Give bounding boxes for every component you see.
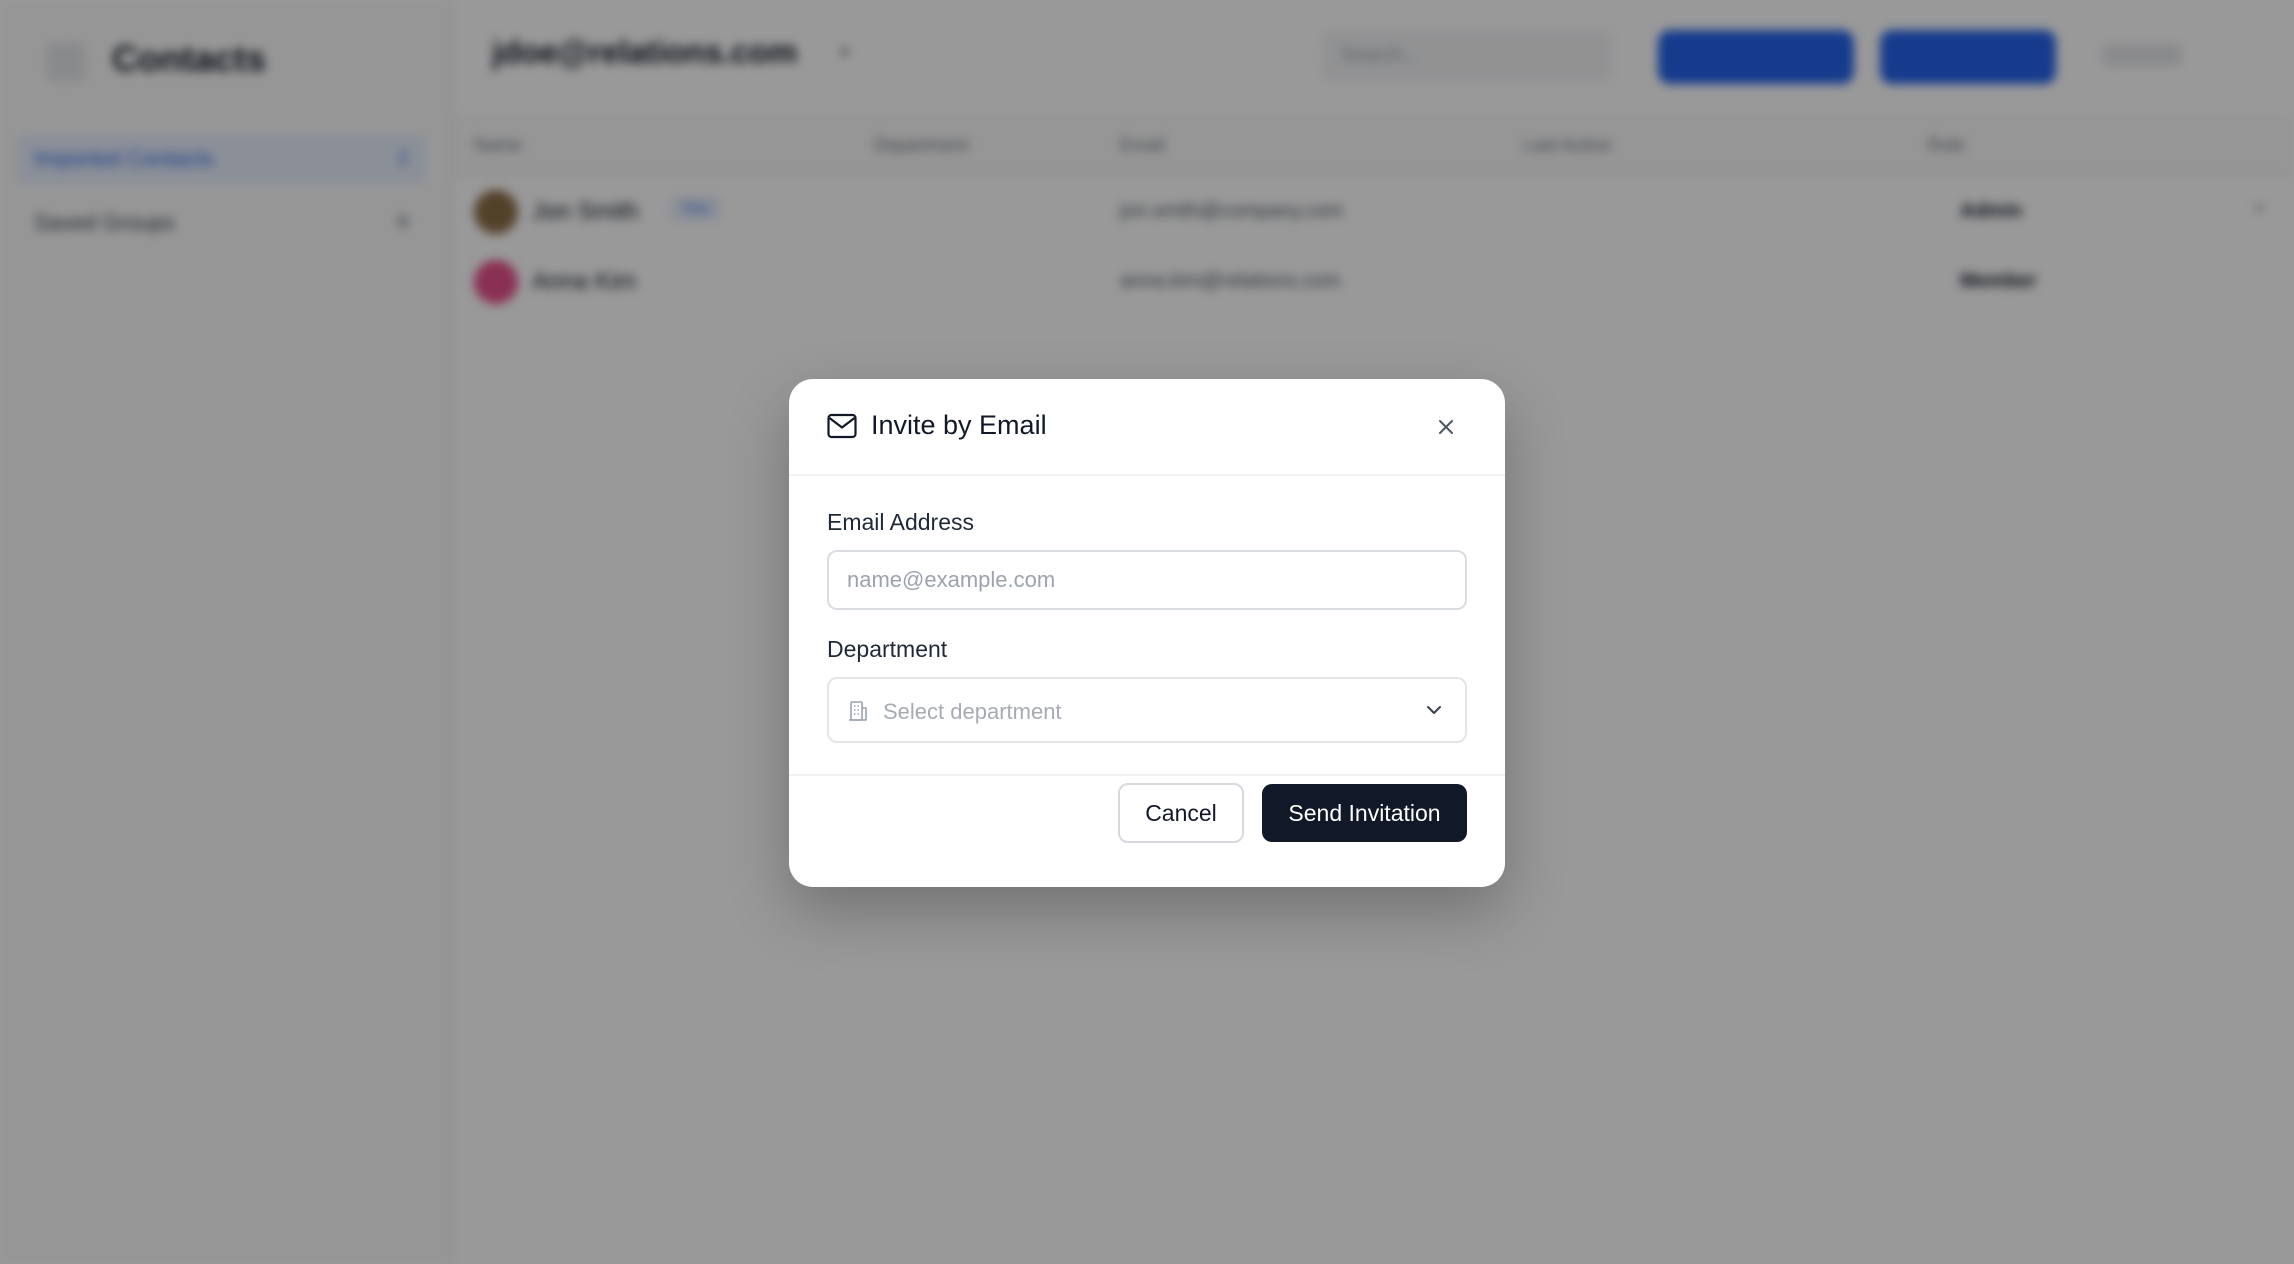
send-invitation-button[interactable]: Send Invitation [1262, 784, 1467, 842]
dialog-title: Invite by Email [871, 410, 1047, 440]
cancel-button[interactable]: Cancel [1118, 783, 1244, 843]
department-placeholder: Select department [883, 699, 1062, 724]
invite-dialog: Invite by Email Email Address Department… [789, 379, 1505, 887]
mail-icon [827, 413, 857, 439]
department-label: Department [827, 636, 948, 662]
email-field[interactable] [827, 550, 1467, 610]
chevron-down-icon [1425, 703, 1443, 717]
close-icon[interactable] [1431, 412, 1461, 442]
email-label: Email Address [827, 509, 975, 535]
building-icon [847, 700, 869, 722]
department-select[interactable]: Select department [827, 677, 1467, 743]
dialog-header: Invite by Email [789, 379, 1505, 476]
